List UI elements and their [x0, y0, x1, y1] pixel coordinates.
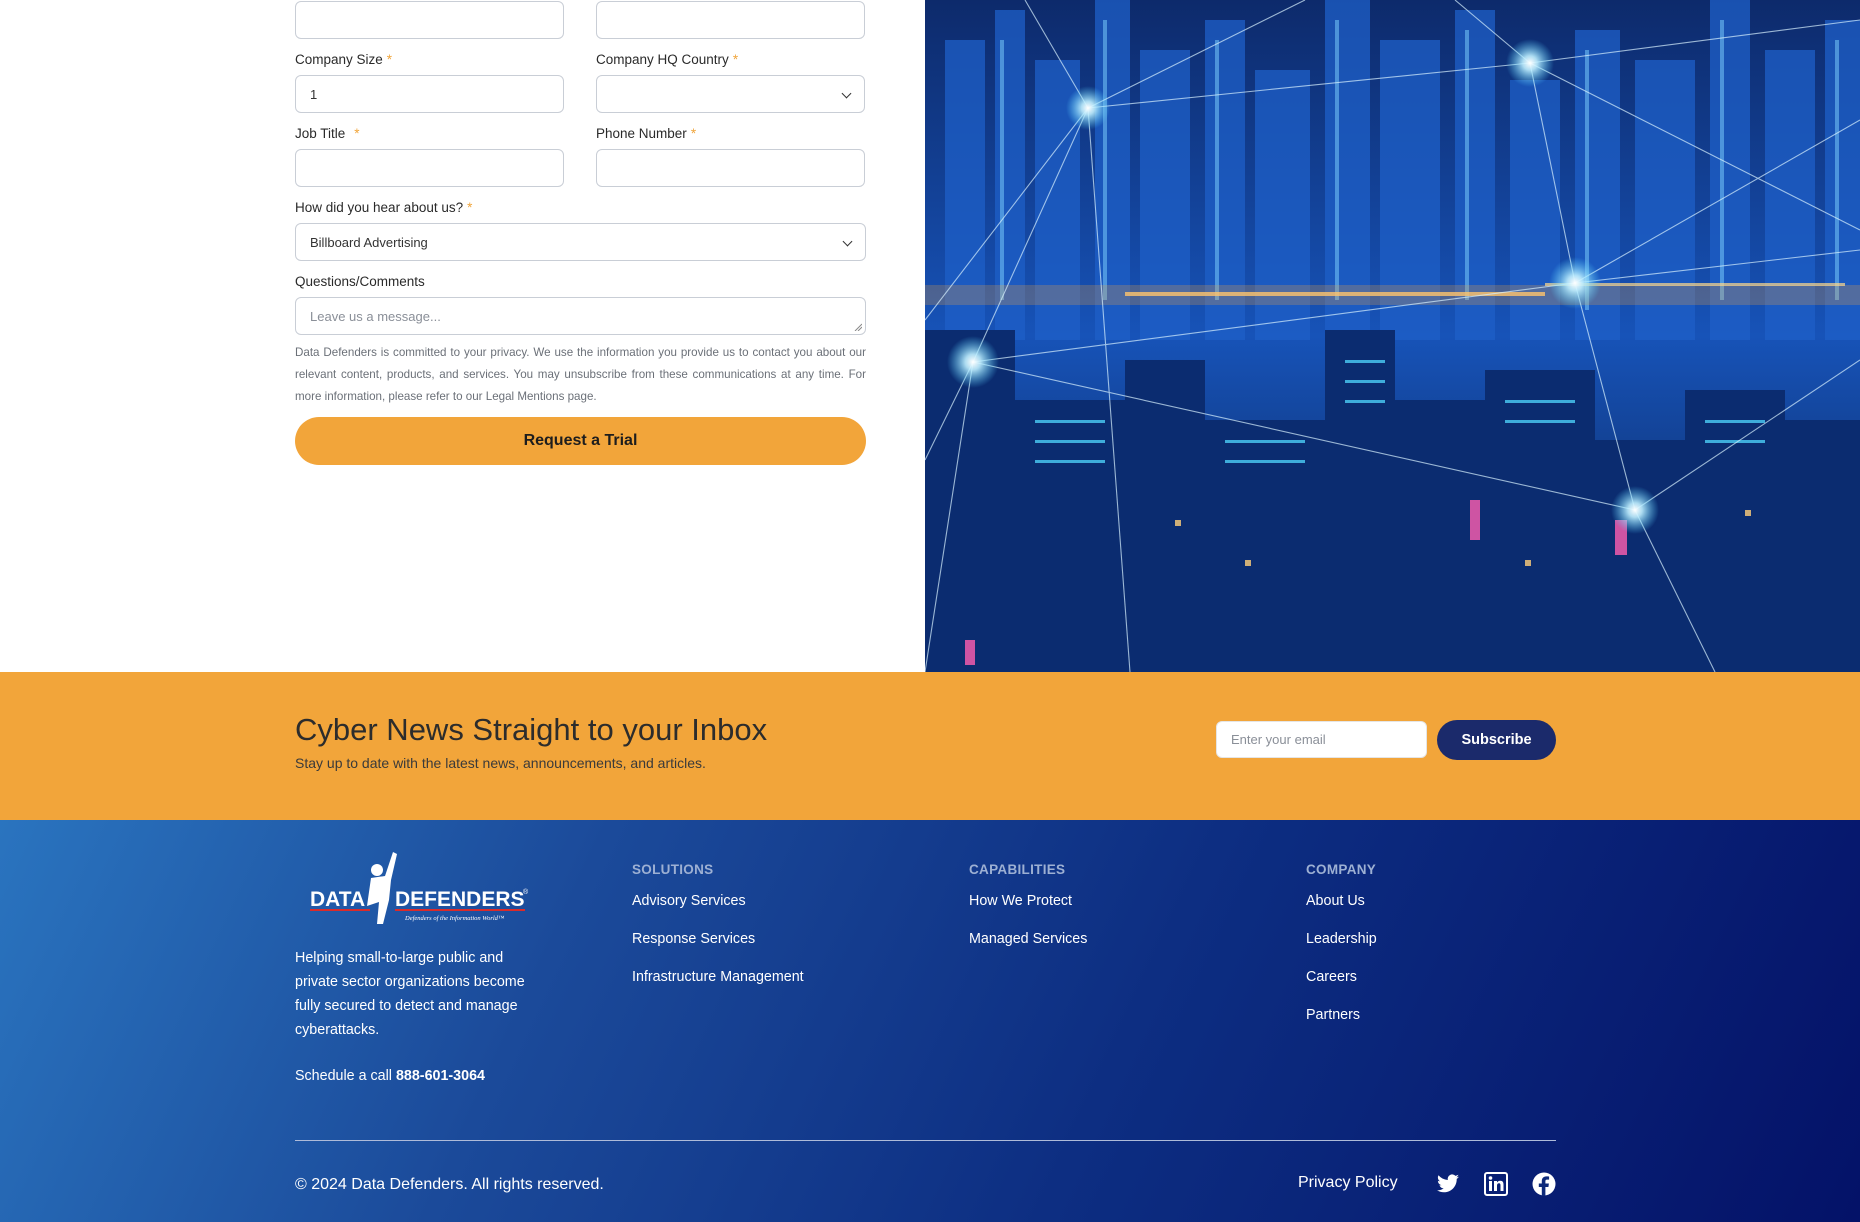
company-size-label: Company Size * [295, 52, 393, 67]
privacy-notice: Data Defenders is committed to your priv… [295, 346, 866, 403]
footer-link-partners[interactable]: Partners [1306, 1005, 1377, 1043]
data-defenders-logo[interactable]: DATA DEFENDERS ® Defenders of the Inform… [305, 850, 535, 925]
footer-divider [295, 1140, 1556, 1141]
footer-column-company: COMPANY About Us Leadership Careers Part… [1306, 862, 1377, 1043]
schedule-call-phone[interactable]: 888-601-3064 [396, 1068, 485, 1084]
svg-text:DATA: DATA [310, 888, 365, 911]
required-mark: * [467, 200, 473, 215]
comments-textarea[interactable]: Leave us a message... [295, 297, 866, 335]
linkedin-icon[interactable] [1484, 1172, 1508, 1196]
footer-tagline: Helping small-to-large public and privat… [295, 950, 525, 1038]
svg-text:®: ® [523, 888, 529, 896]
request-trial-button[interactable]: Request a Trial [295, 417, 866, 465]
company-size-input[interactable]: 1 [295, 75, 564, 113]
svg-text:Defenders of the Information W: Defenders of the Information World™ [404, 915, 505, 922]
comments-placeholder: Leave us a message... [310, 308, 441, 324]
company-hq-country-select[interactable] [596, 75, 865, 113]
job-title-input[interactable] [295, 149, 564, 187]
footer-heading-solutions: SOLUTIONS [632, 862, 714, 877]
email-placeholder: Enter your email [1231, 732, 1326, 747]
footer-link-leadership[interactable]: Leadership [1306, 929, 1377, 967]
footer-link-response-services[interactable]: Response Services [632, 929, 804, 967]
referral-source-select[interactable]: Billboard Advertising [295, 223, 866, 261]
phone-number-label: Phone Number * [596, 126, 697, 141]
copyright-text: © 2024 Data Defenders. All rights reserv… [295, 1176, 604, 1193]
required-mark: * [732, 52, 739, 67]
twitter-icon[interactable] [1436, 1172, 1460, 1196]
phone-number-input[interactable] [596, 149, 865, 187]
footer-link-advisory-services[interactable]: Advisory Services [632, 891, 804, 929]
city-network-image [925, 0, 1860, 672]
newsletter-title: Cyber News Straight to your Inbox [295, 712, 768, 747]
schedule-call: Schedule a call 888-601-3064 [295, 1068, 485, 1084]
required-mark: * [354, 126, 360, 141]
company-size-value: 1 [310, 86, 318, 102]
job-title-label: Job Title * [295, 126, 360, 141]
footer-column-capabilities: CAPABILITIES How We Protect Managed Serv… [969, 862, 1087, 967]
resize-grip-icon[interactable] [854, 323, 862, 331]
newsletter-section: Cyber News Straight to your Inbox Stay u… [0, 672, 1860, 820]
footer-heading-company: COMPANY [1306, 862, 1377, 877]
schedule-call-label: Schedule a call [295, 1068, 392, 1084]
form-field-top-right[interactable] [596, 1, 865, 39]
company-hq-country-label: Company HQ Country * [596, 52, 739, 67]
site-footer: DATA DEFENDERS ® Defenders of the Inform… [0, 820, 1860, 1222]
trial-form: Company Size * 1 Company HQ Country * Job … [0, 0, 925, 672]
privacy-policy-link[interactable]: Privacy Policy [1298, 1174, 1398, 1192]
referral-source-value: Billboard Advertising [310, 234, 428, 250]
footer-heading-capabilities: CAPABILITIES [969, 862, 1066, 877]
facebook-icon[interactable] [1532, 1172, 1556, 1196]
footer-link-careers[interactable]: Careers [1306, 967, 1377, 1005]
required-mark: * [386, 52, 393, 67]
footer-link-how-we-protect[interactable]: How We Protect [969, 891, 1087, 929]
newsletter-email-input[interactable]: Enter your email [1216, 721, 1427, 758]
footer-column-solutions: SOLUTIONS Advisory Services Response Ser… [632, 862, 804, 1005]
referral-source-label: How did you hear about us? * [295, 200, 473, 215]
newsletter-subtitle: Stay up to date with the latest news, an… [295, 755, 706, 771]
footer-link-infrastructure-management[interactable]: Infrastructure Management [632, 967, 804, 1005]
form-field-top-left[interactable] [295, 1, 564, 39]
footer-link-managed-services[interactable]: Managed Services [969, 929, 1087, 967]
subscribe-button[interactable]: Subscribe [1437, 720, 1556, 760]
required-mark: * [690, 126, 697, 141]
comments-label: Questions/Comments [295, 274, 425, 289]
city-skyline-illustration [925, 0, 1860, 672]
svg-text:DEFENDERS: DEFENDERS [395, 888, 525, 911]
footer-link-about-us[interactable]: About Us [1306, 891, 1377, 929]
